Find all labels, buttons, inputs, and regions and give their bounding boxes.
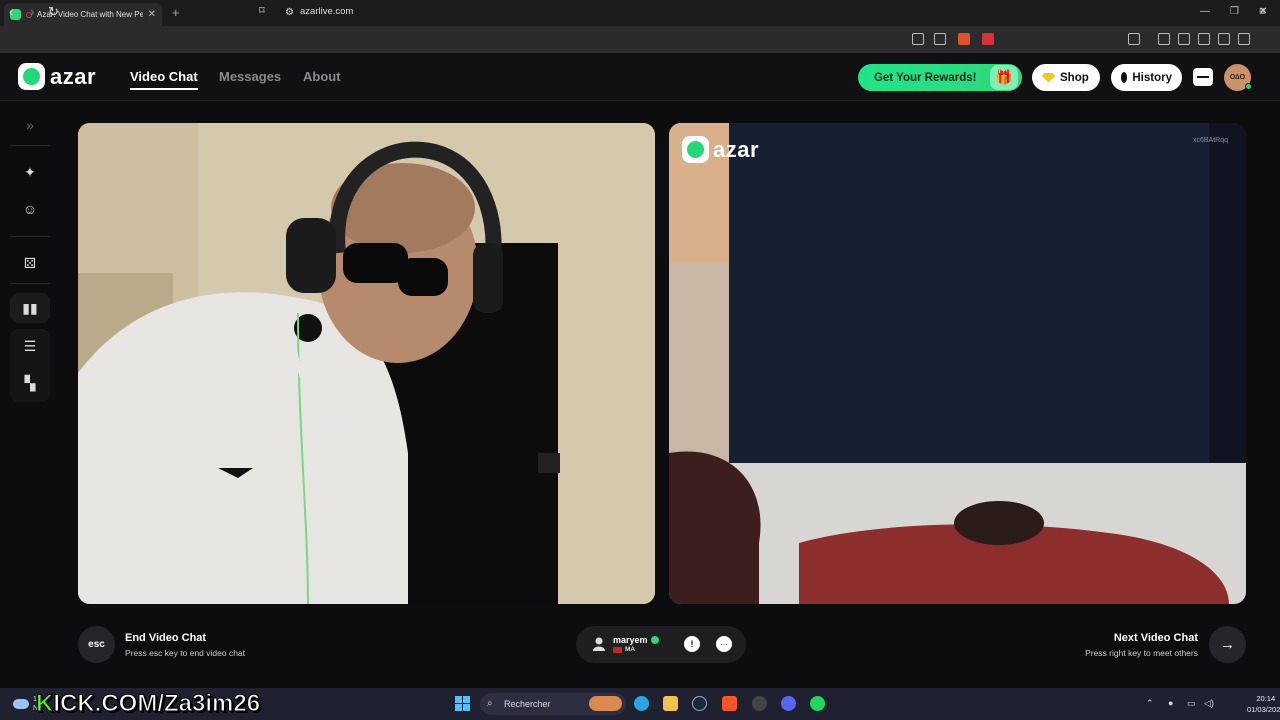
avatar-text: O∆O — [1229, 74, 1246, 81]
back-icon[interactable]: ‹ — [9, 4, 13, 19]
sidebar-divider — [10, 283, 50, 284]
azar-logo-icon — [18, 63, 45, 90]
chat-bubble-icon[interactable]: … — [716, 636, 732, 652]
minimize-icon[interactable]: — — [1200, 6, 1210, 17]
brave-rewards-icon[interactable] — [982, 33, 994, 45]
history-button[interactable]: History — [1111, 64, 1182, 91]
brave-shields-icon[interactable] — [958, 33, 970, 45]
forward-icon[interactable]: › — [30, 4, 34, 19]
rewards-label: Get Your Rewards! — [874, 71, 977, 84]
end-chat-subtitle: Press esc key to end video chat — [125, 648, 246, 658]
media-icon[interactable] — [1158, 33, 1170, 45]
next-chat-subtitle: Press right key to meet others — [1085, 648, 1198, 658]
restore-icon[interactable]: ❐ — [1230, 6, 1239, 17]
watermark-logo-icon — [682, 136, 709, 163]
verified-icon — [651, 636, 659, 644]
volume-icon[interactable]: ◁) — [1204, 698, 1214, 709]
stream-overlay-text: KICK.COM/Za3im26 — [35, 690, 261, 718]
layout-pip-icon[interactable]: ▚ — [10, 368, 50, 398]
user-avatar[interactable]: O∆O — [1224, 64, 1252, 91]
reload-icon[interactable]: ↻ — [48, 4, 59, 20]
wallet-icon[interactable] — [1198, 33, 1210, 45]
remote-video-scene — [669, 123, 1246, 604]
leo-ai-icon[interactable] — [1218, 33, 1230, 45]
layout-side-by-side-icon[interactable]: ▮▮ — [10, 293, 50, 323]
steam-icon[interactable] — [692, 696, 707, 711]
menu-icon[interactable]: ≡ — [1259, 4, 1266, 18]
next-chat-button[interactable]: → — [1209, 626, 1246, 663]
inbox-icon[interactable] — [1193, 68, 1213, 86]
remote-video — [669, 123, 1246, 604]
spotify-icon[interactable] — [810, 696, 825, 711]
tray-overflow-icon[interactable]: ⌃ — [1146, 698, 1154, 709]
clock-time: 20:14 — [1256, 694, 1276, 703]
reader-mode-icon[interactable] — [1128, 33, 1140, 45]
watermark-id: xc6BAtRqq — [1193, 137, 1229, 144]
browser-tab-bar — [0, 0, 1280, 26]
user-icon — [593, 637, 605, 651]
clock-date: 01/03/2026 — [1247, 705, 1280, 714]
edge-icon[interactable] — [634, 696, 649, 711]
local-video-scene — [78, 123, 655, 604]
chevrons-right-icon[interactable]: » — [10, 110, 50, 140]
taskbar-clock[interactable]: 20:14 01/03/2026 — [1247, 693, 1280, 715]
discord-icon[interactable] — [781, 696, 796, 711]
cloud-icon — [13, 699, 29, 709]
close-tab-icon[interactable]: ✕ — [148, 9, 156, 20]
magic-wand-icon[interactable]: ✦ — [10, 157, 50, 187]
browser-tab[interactable]: Azar: Video Chat with New Pe ✕ — [4, 3, 162, 26]
search-highlight-icon[interactable] — [589, 696, 622, 711]
site-info-icon[interactable]: ⚙ — [285, 7, 294, 18]
next-chat-title: Next Video Chat — [1113, 632, 1198, 644]
network-icon[interactable]: ▭ — [1187, 698, 1196, 709]
report-shield-icon[interactable]: ! — [684, 636, 700, 652]
windows-start-icon[interactable] — [455, 696, 470, 711]
search-icon: ⌕ — [487, 698, 493, 709]
clock-icon — [1121, 72, 1128, 83]
azar-watermark: azar — [682, 136, 759, 163]
azar-logo[interactable]: azar — [18, 63, 96, 90]
active-nav-underline — [130, 88, 198, 90]
flag-icon — [613, 647, 622, 653]
kick-k-letter: K — [35, 690, 54, 718]
dice-icon[interactable]: ⚄ — [10, 248, 50, 278]
search-placeholder: Rechercher — [504, 699, 551, 709]
face-filter-icon[interactable]: ☺ — [10, 194, 50, 224]
nav-video-chat[interactable]: Video Chat — [130, 69, 198, 84]
local-video — [78, 123, 655, 604]
watermark-text: azar — [713, 136, 760, 162]
online-status-dot — [1245, 83, 1252, 90]
microphone-icon[interactable]: ● — [1168, 698, 1173, 708]
file-explorer-icon[interactable] — [663, 696, 678, 711]
shop-button[interactable]: Shop — [1032, 64, 1100, 91]
nav-messages[interactable]: Messages — [219, 69, 281, 84]
sidebar-divider — [10, 236, 50, 237]
history-label: History — [1132, 71, 1172, 84]
gem-icon — [1042, 72, 1055, 83]
brave-icon[interactable] — [722, 696, 737, 711]
new-tab-button[interactable]: + — [172, 5, 180, 20]
rewards-button[interactable]: Get Your Rewards! 🎁 — [858, 64, 1022, 91]
address-bar[interactable]: azarlive.com — [300, 6, 353, 17]
share-icon[interactable] — [934, 33, 946, 45]
partner-country: MA — [625, 646, 636, 653]
browser-toolbar — [0, 26, 1280, 53]
vpn-icon[interactable] — [1238, 33, 1250, 45]
obs-icon[interactable] — [752, 696, 767, 711]
partner-name[interactable]: maryem — [613, 635, 648, 645]
end-chat-title: End Video Chat — [125, 632, 207, 644]
arrow-right-icon: → — [1220, 636, 1235, 653]
cast-icon[interactable] — [912, 33, 924, 45]
sidebar-toggle-icon[interactable] — [1178, 33, 1190, 45]
nav-about[interactable]: About — [303, 69, 341, 84]
shop-label: Shop — [1060, 71, 1089, 84]
logo-text: azar — [50, 63, 97, 89]
layout-stacked-icon[interactable]: ☰ — [10, 331, 50, 361]
sidebar-divider — [10, 145, 50, 146]
bookmark-icon[interactable]: ⌑ — [259, 4, 265, 17]
gift-icon: 🎁 — [990, 65, 1018, 90]
end-chat-button[interactable]: esc — [78, 626, 115, 663]
